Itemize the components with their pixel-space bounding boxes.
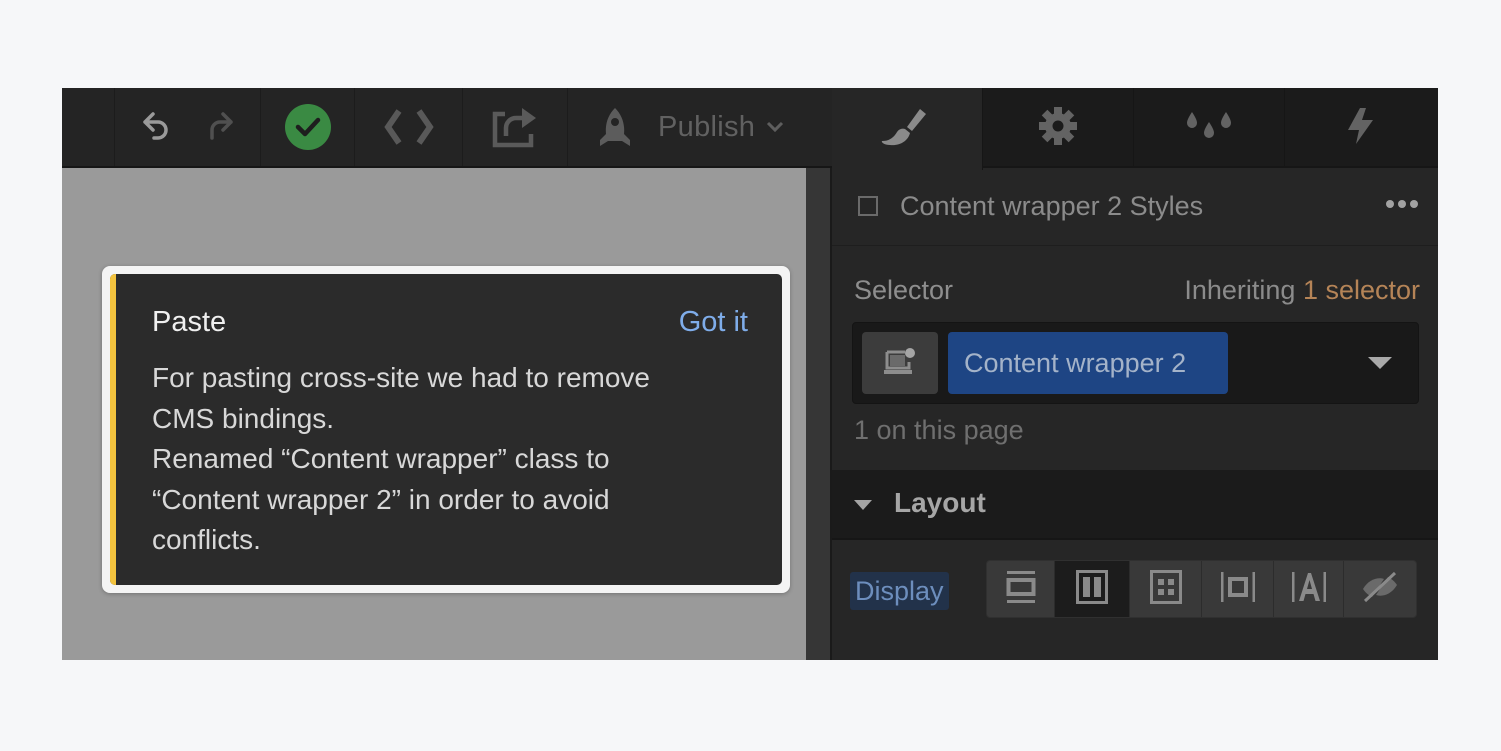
history-group [115,88,261,166]
eye-hidden-icon [1360,570,1400,609]
more-options-icon[interactable] [1386,200,1418,208]
tab-settings[interactable] [983,88,1134,168]
code-button[interactable] [355,88,463,166]
publish-label: Publish [658,110,756,143]
paintbrush-icon [880,105,934,154]
display-none-button[interactable] [1344,561,1416,617]
canvas-scrollbar[interactable] [806,168,832,660]
display-inline-icon [1290,570,1328,609]
notification-card: Paste Got it For pasting cross-site we h… [110,274,782,585]
toolbar-spacer [62,88,115,166]
display-inline-button[interactable] [1274,561,1344,617]
code-brackets-icon [383,109,435,145]
inheriting-count-link[interactable]: 1 selector [1303,275,1420,305]
styles-header: Content wrapper 2 Styles [832,168,1438,246]
message-line: For pasting cross-site we had to remove [152,362,650,393]
tab-style[interactable] [832,88,983,170]
collapse-triangle-icon [854,500,872,510]
tab-interactions[interactable] [1285,88,1436,168]
status-button[interactable] [261,88,355,166]
redo-icon[interactable] [203,109,239,145]
check-circle-icon [284,104,331,150]
selector-field[interactable]: Content wrapper 2 [852,322,1419,404]
paste-notification: Paste Got it For pasting cross-site we h… [102,266,790,593]
notification-message: For pasting cross-site we had to remove … [152,358,772,561]
panel-tabs [832,88,1438,170]
export-button[interactable] [463,88,568,166]
display-inline-block-button[interactable] [1202,561,1274,617]
display-inline-block-icon [1219,570,1257,609]
inheriting-prefix: Inheriting [1184,275,1296,305]
message-line: CMS bindings. [152,402,335,434]
display-label[interactable]: Display [850,572,949,610]
display-grid-button[interactable] [1130,561,1202,617]
display-block-button[interactable] [987,561,1055,617]
inheriting-info: Inheriting 1 selector [1184,275,1420,306]
layout-section-header[interactable]: Layout [832,470,1438,540]
notification-title: Paste [152,306,227,338]
design-canvas[interactable]: Paste Got it For pasting cross-site we h… [62,168,806,660]
undo-icon[interactable] [137,109,173,145]
publish-button[interactable]: Publish [568,88,832,166]
display-block-icon [1005,569,1037,610]
display-flex-button[interactable] [1055,561,1130,617]
selector-label: Selector [854,275,954,305]
display-options [986,560,1417,618]
droplets-icon [1186,108,1232,149]
notification-accent-bar [110,274,116,585]
style-panel: Content wrapper 2 Styles Selector Inheri… [832,88,1438,660]
gear-icon [1037,105,1079,152]
got-it-button[interactable]: Got it [679,306,748,339]
element-checkbox[interactable] [858,196,878,216]
display-grid-icon [1149,569,1182,609]
chevron-down-icon [765,120,785,134]
caret-down-icon[interactable] [1368,357,1392,369]
rocket-icon [594,106,636,148]
display-flex-icon [1076,569,1108,609]
layout-title: Layout [894,487,986,518]
laptop-state-icon [882,346,918,381]
message-line: conflicts. [152,524,261,555]
top-toolbar: Publish [62,88,832,168]
styles-title: Content wrapper 2 Styles [900,191,1204,221]
lightning-icon [1346,106,1376,151]
message-line: “Content wrapper 2” in order to avoid [152,483,610,515]
selector-state-button[interactable] [862,332,938,394]
export-share-icon [491,106,539,148]
message-line: Renamed “Content wrapper” class to [152,443,610,474]
selector-chip[interactable]: Content wrapper 2 [948,332,1228,394]
designer-window: Publish Paste Got it For pasting cross-s… [62,88,1438,660]
on-page-count: 1 on this page [854,415,1024,445]
tab-style-manager[interactable] [1134,88,1285,168]
